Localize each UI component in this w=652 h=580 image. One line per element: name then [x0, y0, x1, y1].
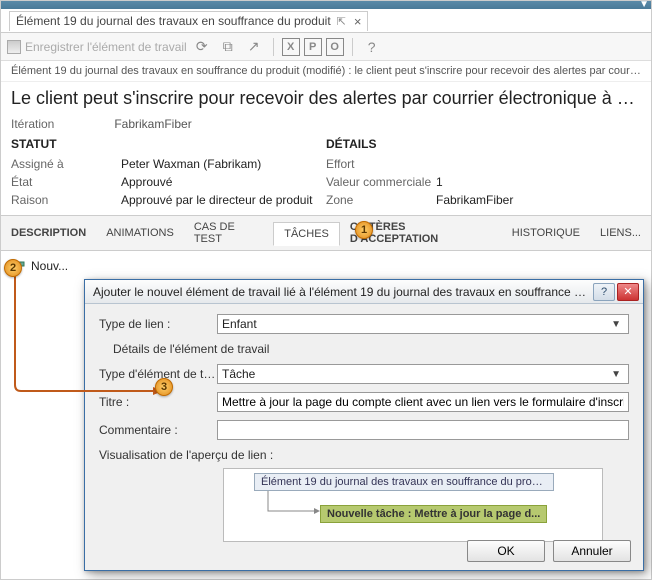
save-button[interactable]: Enregistrer l'élément de travail: [7, 40, 187, 54]
section-tabs: DESCRIPTION ANIMATIONS CAS DE TEST TÂCHE…: [1, 215, 651, 251]
preview-child-item[interactable]: Nouvelle tâche : Mettre à jour la page d…: [320, 505, 547, 523]
add-linked-item-dialog: Ajouter le nouvel élément de travail lié…: [84, 279, 644, 571]
comment-field-label: Commentaire :: [99, 423, 217, 437]
state-value[interactable]: Approuvé: [121, 175, 172, 189]
comment-input[interactable]: [217, 420, 629, 440]
dialog-title: Ajouter le nouvel élément de travail lié…: [93, 285, 591, 299]
status-heading: STATUT: [11, 137, 326, 151]
iteration-value[interactable]: FabrikamFiber: [114, 117, 191, 131]
assigned-label: Assigné à: [11, 157, 121, 171]
refresh-icon[interactable]: ⟳: [191, 36, 213, 58]
box-x-icon[interactable]: X: [282, 38, 300, 56]
iteration-row: Itération FabrikamFiber: [1, 117, 651, 137]
new-link-label[interactable]: Nouv...: [31, 259, 68, 273]
breadcrumb: Élément 19 du journal des travaux en sou…: [1, 61, 651, 82]
iteration-label: Itération: [11, 117, 111, 131]
document-tab[interactable]: Élément 19 du journal des travaux en sou…: [9, 11, 368, 31]
item-type-select[interactable]: Tâche ▼: [217, 364, 629, 384]
save-label: Enregistrer l'élément de travail: [25, 40, 187, 54]
toolbar-separator: [352, 38, 353, 56]
pin-icon[interactable]: ⇱: [337, 15, 346, 28]
tab-animations[interactable]: ANIMATIONS: [96, 222, 184, 244]
section-details-label: Détails de l'élément de travail: [113, 342, 629, 356]
reason-label: Raison: [11, 193, 121, 207]
effort-label: Effort: [326, 157, 436, 171]
toolbar-separator: [273, 38, 274, 56]
callout-badge-1: 1: [355, 221, 373, 239]
link-preview-box: Élément 19 du journal des travaux en sou…: [223, 468, 603, 542]
page-title: Le client peut s'inscrire pour recevoir …: [1, 82, 651, 117]
link-type-select[interactable]: Enfant ▼: [217, 314, 629, 334]
tab-close-icon[interactable]: ×: [354, 14, 362, 29]
toolbar: Enregistrer l'élément de travail ⟳ ⧉ ↗ X…: [1, 33, 651, 61]
tab-title: Élément 19 du journal des travaux en sou…: [16, 14, 331, 28]
tab-test-cases[interactable]: CAS DE TEST: [184, 216, 273, 250]
chevron-down-icon: ▼: [611, 369, 624, 380]
details-heading: DÉTAILS: [326, 137, 641, 151]
callout-badge-3: 3: [155, 378, 173, 396]
bizval-label: Valeur commerciale: [326, 175, 436, 189]
task-sub-toolbar: Nouv...: [1, 251, 651, 280]
state-label: État: [11, 175, 121, 189]
link-type-value: Enfant: [222, 317, 257, 331]
open-icon[interactable]: ↗: [243, 36, 265, 58]
dialog-help-button[interactable]: ?: [593, 283, 615, 301]
ok-button[interactable]: OK: [467, 540, 545, 562]
reason-value[interactable]: Approuvé par le directeur de produit: [121, 193, 312, 207]
callout-badge-2: 2: [4, 259, 22, 277]
save-icon: [7, 40, 21, 54]
copy-icon[interactable]: ⧉: [217, 36, 239, 58]
box-o-icon[interactable]: O: [326, 38, 344, 56]
dialog-titlebar[interactable]: Ajouter le nouvel élément de travail lié…: [85, 280, 643, 304]
bizval-value[interactable]: 1: [436, 175, 443, 189]
document-tab-bar: Élément 19 du journal des travaux en sou…: [1, 9, 651, 33]
preview-label: Visualisation de l'aperçu de lien :: [99, 448, 273, 462]
chevron-down-icon[interactable]: ▼: [639, 0, 649, 10]
window-top-strip: ▼: [1, 1, 651, 9]
box-p-icon[interactable]: P: [304, 38, 322, 56]
zone-value[interactable]: FabrikamFiber: [436, 193, 513, 207]
chevron-down-icon: ▼: [611, 319, 624, 330]
assigned-value[interactable]: Peter Waxman (Fabrikam): [121, 157, 261, 171]
tab-history[interactable]: HISTORIQUE: [502, 222, 590, 244]
tab-description[interactable]: DESCRIPTION: [1, 222, 96, 244]
tab-tasks[interactable]: TÂCHES: [273, 222, 340, 246]
help-icon[interactable]: ?: [361, 36, 383, 58]
preview-parent-item[interactable]: Élément 19 du journal des travaux en sou…: [254, 473, 554, 491]
title-field-label: Titre :: [99, 395, 217, 409]
zone-label: Zone: [326, 193, 436, 207]
link-type-label: Type de lien :: [99, 317, 217, 331]
item-type-value: Tâche: [222, 367, 255, 381]
cancel-button[interactable]: Annuler: [553, 540, 631, 562]
tab-links[interactable]: LIENS...: [590, 222, 651, 244]
dialog-close-button[interactable]: ✕: [617, 283, 639, 301]
title-input[interactable]: [217, 392, 629, 412]
